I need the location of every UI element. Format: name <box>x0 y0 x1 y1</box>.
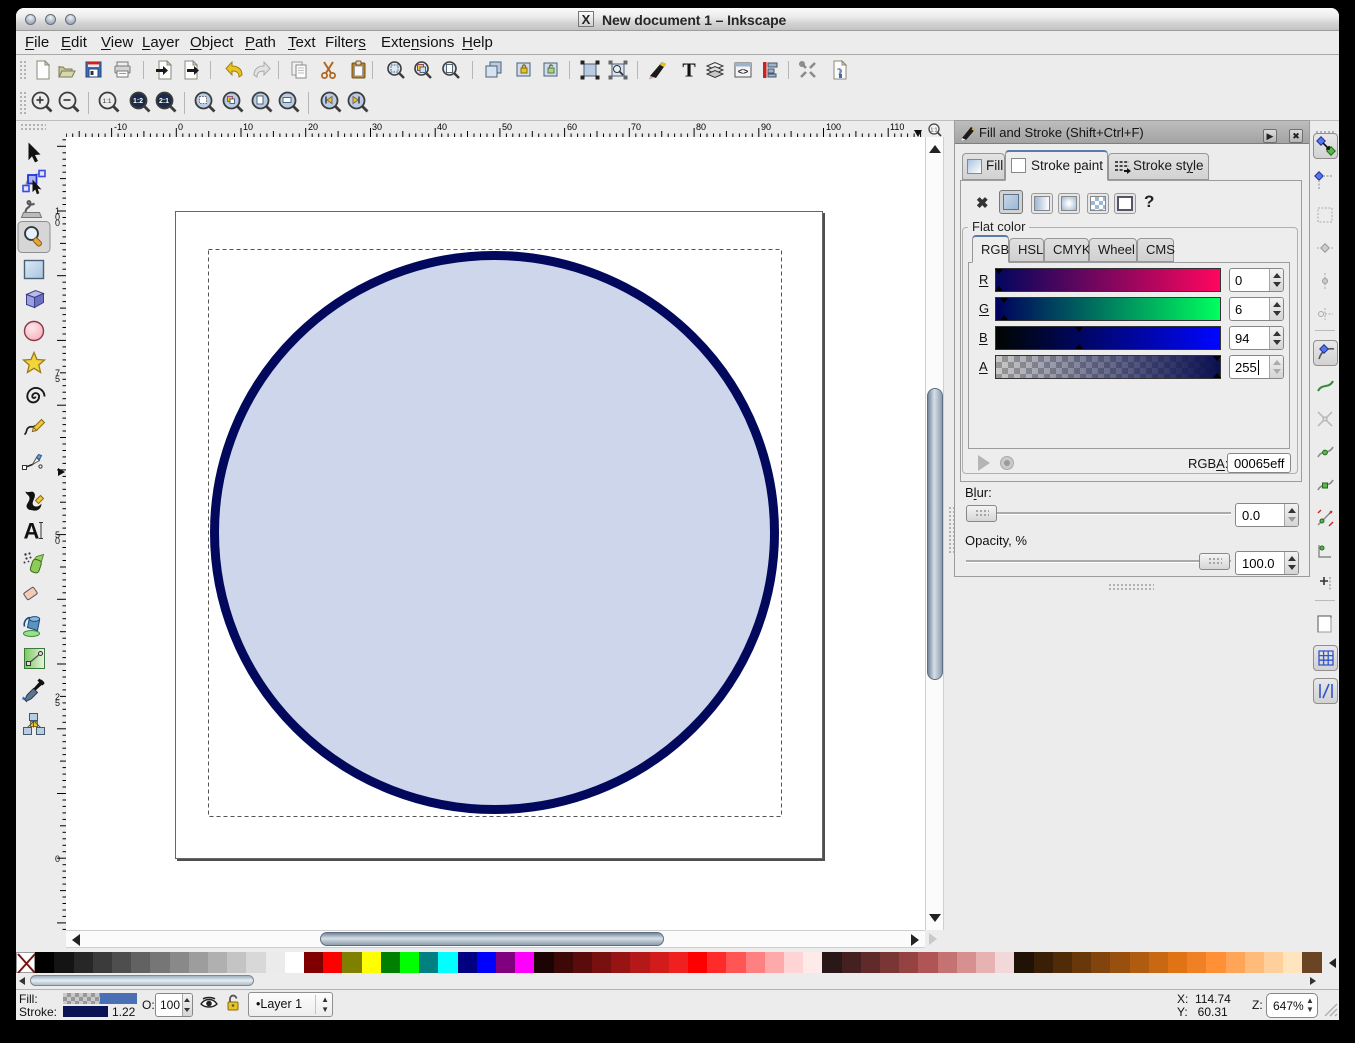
svg-text:70: 70 <box>631 122 641 132</box>
svg-text:0: 0 <box>178 122 183 132</box>
svg-text:40: 40 <box>437 122 447 132</box>
svg-text:1:2: 1:2 <box>133 98 143 105</box>
svg-text:100: 100 <box>826 122 841 132</box>
svg-text:1:1: 1:1 <box>102 98 111 105</box>
svg-text:110: 110 <box>890 122 904 132</box>
svg-text:2:1: 2:1 <box>159 98 169 105</box>
svg-text:80: 80 <box>696 122 706 132</box>
svg-text:-10: -10 <box>114 122 127 132</box>
svg-text:T: T <box>682 60 696 80</box>
svg-text:<>: <> <box>738 67 749 77</box>
svg-text:A: A <box>24 519 40 544</box>
svg-text:50: 50 <box>502 122 512 132</box>
svg-text:1:1: 1:1 <box>931 127 938 133</box>
svg-text:30: 30 <box>372 122 382 132</box>
svg-text:10: 10 <box>243 122 253 132</box>
svg-text:20: 20 <box>308 122 318 132</box>
svg-text:90: 90 <box>761 122 771 132</box>
svg-text:60: 60 <box>567 122 577 132</box>
